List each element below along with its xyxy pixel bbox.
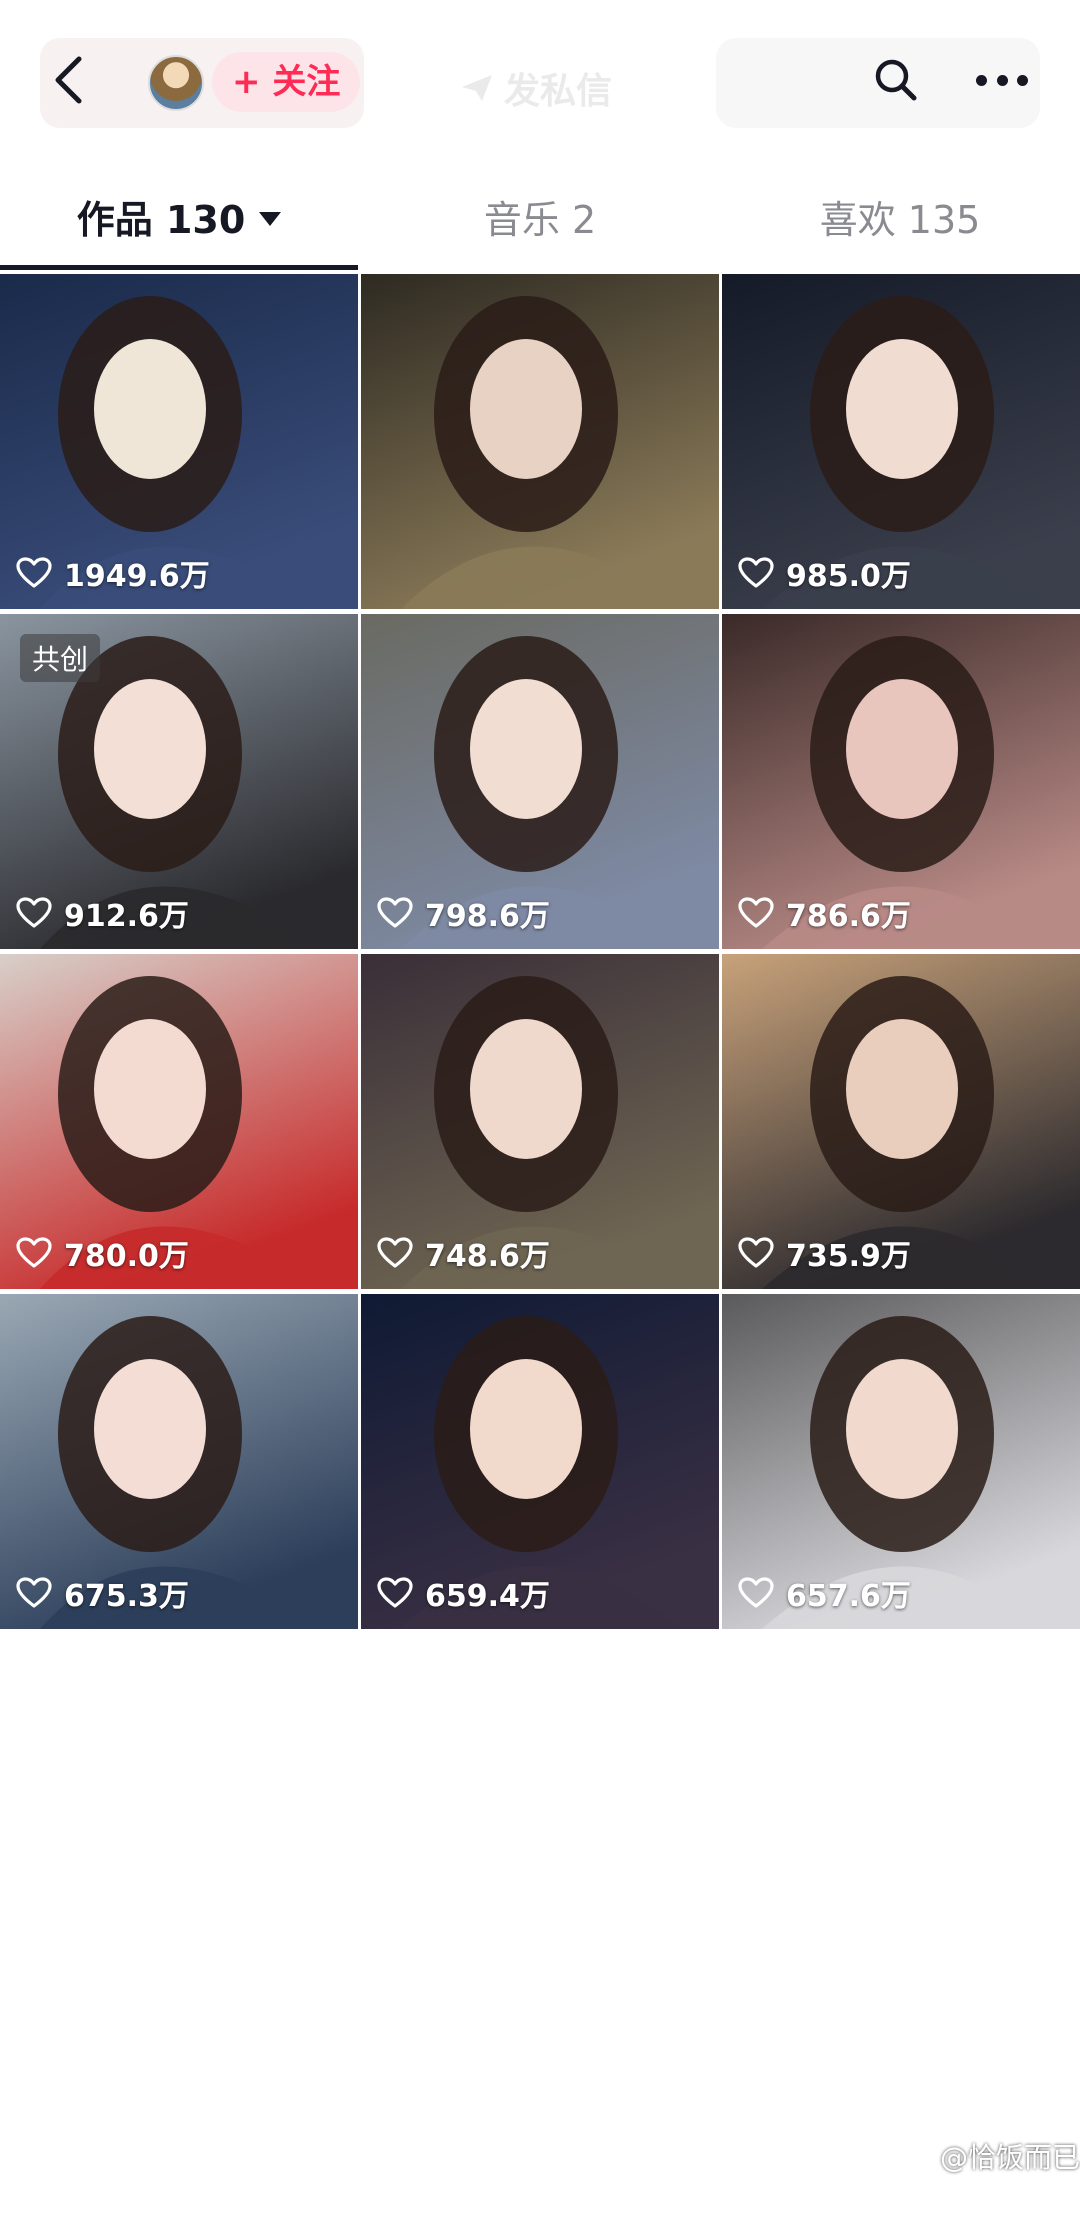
tab-likes[interactable]: 喜欢 135 bbox=[720, 180, 1080, 268]
tab-likes-label: 喜欢 135 bbox=[819, 198, 981, 242]
like-count: 748.6万 bbox=[377, 1231, 550, 1275]
like-count-value: 748.6万 bbox=[425, 1239, 550, 1274]
video-thumbnail[interactable]: 798.6万 bbox=[361, 614, 719, 949]
like-count: 1949.6万 bbox=[16, 551, 210, 595]
heart-icon bbox=[16, 897, 52, 928]
search-button[interactable] bbox=[872, 56, 920, 104]
heart-icon bbox=[377, 897, 413, 928]
like-count-value: 780.0万 bbox=[64, 1239, 189, 1274]
like-count-value: 798.6万 bbox=[425, 899, 550, 934]
watermark-text: @恰饭而已 bbox=[940, 2141, 1080, 2174]
like-count: 780.0万 bbox=[16, 1231, 189, 1275]
like-count: 659.4万 bbox=[377, 1571, 550, 1615]
follow-button[interactable]: + 关注 bbox=[212, 52, 361, 112]
video-thumbnail[interactable]: 985.0万 bbox=[722, 274, 1080, 609]
heart-icon bbox=[377, 1237, 413, 1268]
video-thumbnail[interactable]: 786.6万 bbox=[722, 614, 1080, 949]
thumbnail-image bbox=[361, 274, 719, 609]
back-button[interactable] bbox=[48, 50, 88, 110]
back-arrow-icon bbox=[55, 56, 82, 104]
tab-music[interactable]: 音乐 2 bbox=[360, 180, 720, 268]
like-count-value: 735.9万 bbox=[786, 1239, 911, 1274]
heart-icon bbox=[16, 557, 52, 588]
heart-icon bbox=[16, 1237, 52, 1268]
like-count: 912.6万 bbox=[16, 891, 189, 935]
like-count-value: 659.4万 bbox=[425, 1579, 550, 1614]
tab-works-label: 作品 130 bbox=[76, 198, 246, 242]
search-icon bbox=[875, 59, 917, 101]
video-thumbnail[interactable] bbox=[361, 274, 719, 609]
send-message-button[interactable]: 发私信 bbox=[460, 62, 612, 114]
like-count-value: 675.3万 bbox=[64, 1579, 189, 1614]
video-thumbnail[interactable]: 657.6万 bbox=[722, 1294, 1080, 1629]
profile-header: + 关注 发私信 bbox=[0, 0, 1080, 170]
like-count-value: 912.6万 bbox=[64, 899, 189, 934]
send-icon bbox=[460, 71, 494, 112]
heart-icon bbox=[16, 1577, 52, 1608]
video-thumbnail[interactable]: 675.3万 bbox=[0, 1294, 358, 1629]
tab-music-label: 音乐 2 bbox=[483, 198, 597, 242]
video-thumbnail[interactable]: 748.6万 bbox=[361, 954, 719, 1289]
heart-icon bbox=[738, 557, 774, 588]
tab-works[interactable]: 作品 130 bbox=[0, 180, 358, 268]
like-count: 786.6万 bbox=[738, 891, 911, 935]
like-count: 675.3万 bbox=[16, 1571, 189, 1615]
more-icon bbox=[976, 74, 987, 86]
dropdown-triangle-icon bbox=[259, 211, 282, 226]
video-thumbnail[interactable]: 780.0万 bbox=[0, 954, 358, 1289]
like-count: 985.0万 bbox=[738, 551, 911, 595]
heart-icon bbox=[738, 897, 774, 928]
profile-tabs: 作品 130 音乐 2 喜欢 135 bbox=[0, 180, 1080, 272]
weibo-watermark: @恰饭而已 bbox=[900, 2136, 1080, 2176]
like-count-value: 657.6万 bbox=[786, 1579, 911, 1614]
like-count-value: 1949.6万 bbox=[64, 559, 210, 594]
more-button[interactable] bbox=[976, 60, 1028, 100]
like-count: 657.6万 bbox=[738, 1571, 911, 1615]
video-thumbnail[interactable]: 659.4万 bbox=[361, 1294, 719, 1629]
video-thumbnail[interactable]: 共创 912.6万 bbox=[0, 614, 358, 949]
like-count: 798.6万 bbox=[377, 891, 550, 935]
heart-icon bbox=[377, 1577, 413, 1608]
heart-icon bbox=[738, 1577, 774, 1608]
weibo-logo-icon bbox=[900, 2144, 933, 2170]
active-tab-underline bbox=[0, 265, 358, 270]
send-message-label: 发私信 bbox=[504, 71, 613, 112]
heart-icon bbox=[738, 1237, 774, 1268]
like-count-value: 985.0万 bbox=[786, 559, 911, 594]
avatar[interactable] bbox=[148, 55, 204, 111]
video-thumbnail[interactable]: 1949.6万 bbox=[0, 274, 358, 609]
like-count-value: 786.6万 bbox=[786, 899, 911, 934]
video-thumbnail[interactable]: 735.9万 bbox=[722, 954, 1080, 1289]
co-create-badge: 共创 bbox=[20, 634, 101, 682]
like-count: 735.9万 bbox=[738, 1231, 911, 1275]
